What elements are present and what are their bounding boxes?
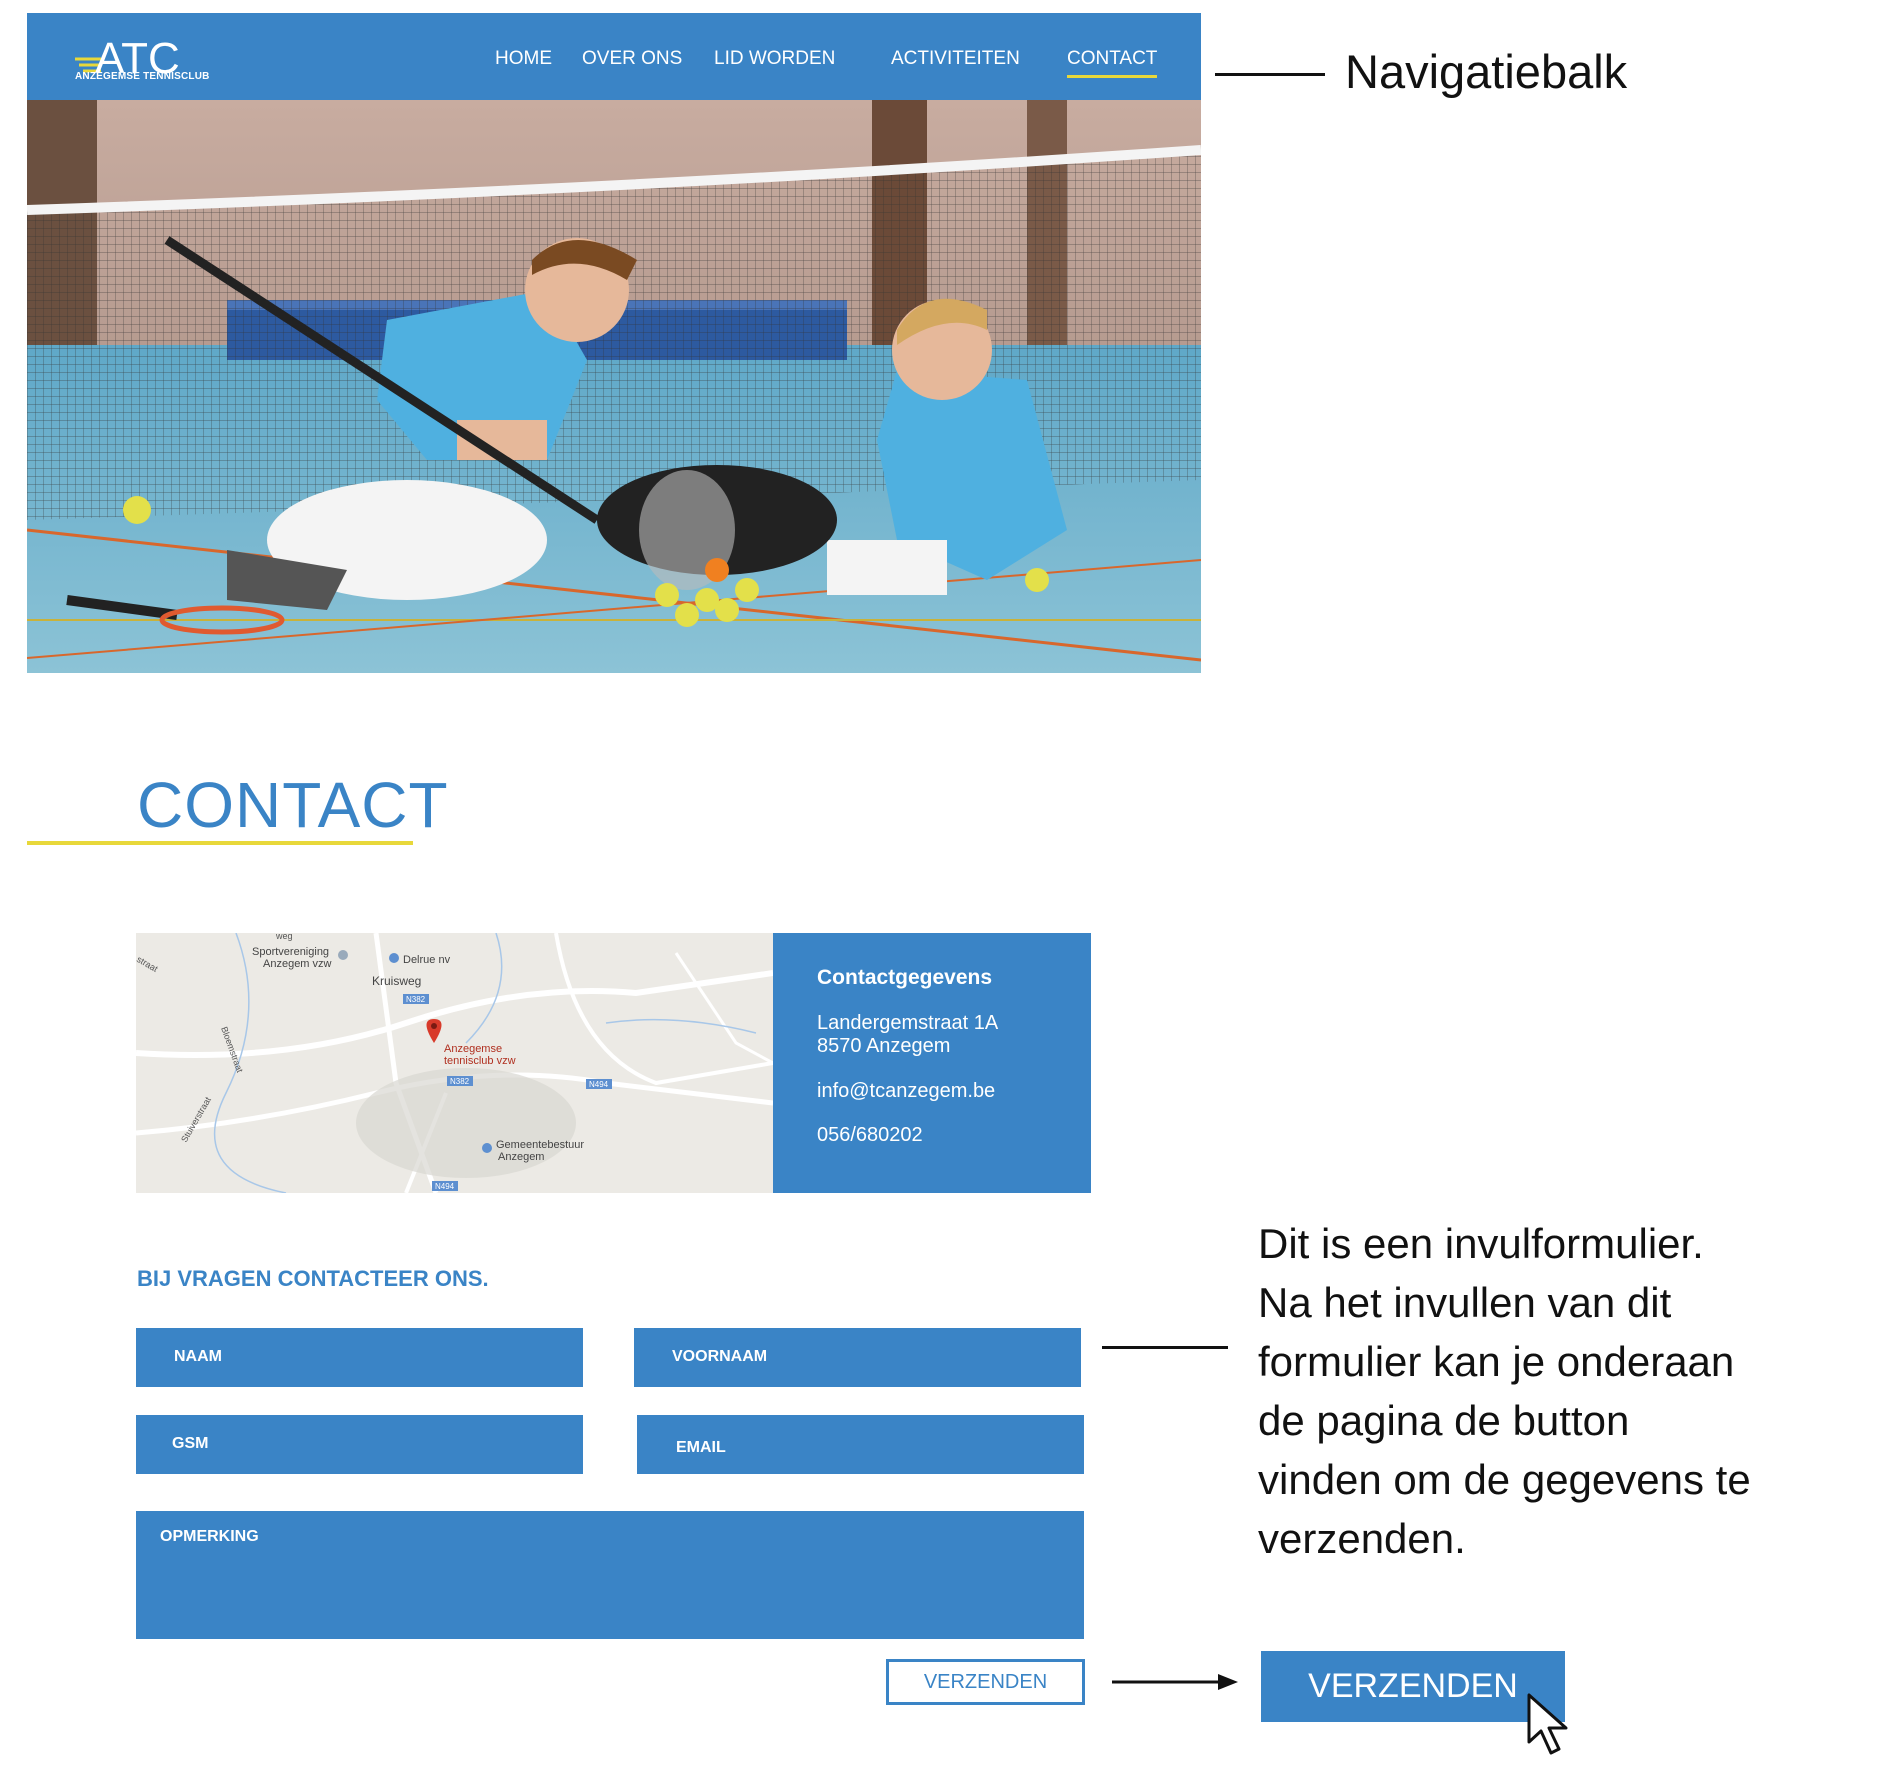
contact-info-title: Contactgegevens	[817, 966, 993, 989]
form-annotation-line-2: Na het invullen van dit	[1258, 1279, 1672, 1326]
atc-logo[interactable]: ATC	[75, 33, 235, 93]
form-annotation-line	[1102, 1346, 1228, 1349]
gsm-input[interactable]: GSM	[136, 1415, 583, 1474]
verzenden-button[interactable]: VERZENDEN	[886, 1659, 1085, 1705]
contact-info-panel: Contactgegevens Landergemstraat 1A 8570 …	[773, 933, 1091, 1193]
title-underline	[27, 841, 413, 845]
gsm-placeholder: GSM	[172, 1435, 209, 1452]
form-annotation-line-5: vinden om de gegevens te	[1258, 1456, 1751, 1503]
voornaam-placeholder: VOORNAAM	[672, 1348, 768, 1365]
svg-text:weg: weg	[275, 933, 293, 941]
svg-text:N382: N382	[406, 995, 426, 1004]
form-annotation-line-6: verzenden.	[1258, 1515, 1466, 1562]
nav-contact[interactable]: CONTACT	[1067, 48, 1158, 78]
navbar-annotation: Navigatiebalk	[1345, 45, 1628, 98]
svg-text:Kruisweg: Kruisweg	[372, 974, 421, 988]
form-annotation: Dit is een invulformulier. Na het invull…	[1258, 1214, 1778, 1568]
contact-title: CONTACT	[137, 769, 449, 841]
opmerking-textarea[interactable]: OPMERKING	[136, 1511, 1084, 1639]
location-map[interactable]: Sportvereniging Anzegem vzw Delrue nv Kr…	[136, 933, 773, 1193]
svg-text:Sportvereniging: Sportvereniging	[252, 946, 329, 958]
logo-text: ANZEGEMSE TENNISCLUB	[75, 71, 210, 82]
navbar: ATC ANZEGEMSE TENNISCLUB HOME OVER ONS L…	[27, 13, 1201, 100]
map-graphic: Sportvereniging Anzegem vzw Delrue nv Kr…	[136, 933, 773, 1193]
hero-illustration	[27, 100, 1201, 673]
form-heading: BIJ VRAGEN CONTACTEER ONS.	[137, 1266, 489, 1291]
form-annotation-line-3: formulier kan je onderaan	[1258, 1338, 1735, 1385]
contact-phone-link[interactable]: 056/680202	[817, 1124, 923, 1147]
voornaam-input[interactable]: VOORNAAM	[634, 1328, 1081, 1387]
arrow-right-icon	[1112, 1674, 1238, 1690]
svg-text:tennisclub vzw: tennisclub vzw	[444, 1055, 516, 1067]
svg-text:N382: N382	[450, 1077, 470, 1086]
verzenden-button-example[interactable]: VERZENDEN	[1261, 1651, 1565, 1722]
svg-text:Gemeentebestuur: Gemeentebestuur	[496, 1139, 584, 1151]
svg-text:Anzegem vzw: Anzegem vzw	[263, 958, 332, 970]
svg-text:Delrue nv: Delrue nv	[403, 954, 451, 966]
contact-city: 8570 Anzegem	[817, 1035, 951, 1057]
svg-text:Bloemstraat: Bloemstraat	[219, 1025, 245, 1074]
opmerking-placeholder: OPMERKING	[160, 1528, 259, 1545]
mouse-cursor-icon	[1527, 1693, 1568, 1755]
svg-text:N494: N494	[435, 1182, 455, 1191]
hero-image	[27, 100, 1201, 673]
form-annotation-line-1: Dit is een invulformulier.	[1258, 1220, 1704, 1267]
navbar-annotation-line	[1215, 73, 1325, 76]
svg-text:straat: straat	[136, 954, 160, 974]
nav-lid-worden[interactable]: LID WORDEN	[714, 48, 835, 70]
naam-input[interactable]: NAAM	[136, 1328, 583, 1387]
location-pin-icon	[426, 1019, 442, 1043]
svg-text:Anzegemse: Anzegemse	[444, 1043, 502, 1055]
nav-activiteiten[interactable]: ACTIVITEITEN	[891, 48, 1020, 70]
email-placeholder: EMAIL	[676, 1439, 726, 1456]
contact-email-link[interactable]: info@tcanzegem.be	[817, 1080, 995, 1103]
nav-over-ons[interactable]: OVER ONS	[582, 48, 682, 70]
svg-text:Stuiverstraat: Stuiverstraat	[179, 1095, 213, 1144]
svg-text:N494: N494	[589, 1080, 609, 1089]
contact-street: Landergemstraat 1A	[817, 1012, 999, 1034]
svg-text:Anzegem: Anzegem	[498, 1151, 544, 1163]
naam-placeholder: NAAM	[174, 1348, 222, 1365]
email-input[interactable]: EMAIL	[637, 1415, 1084, 1474]
nav-home[interactable]: HOME	[495, 48, 552, 70]
form-annotation-line-4: de pagina de button	[1258, 1397, 1630, 1444]
